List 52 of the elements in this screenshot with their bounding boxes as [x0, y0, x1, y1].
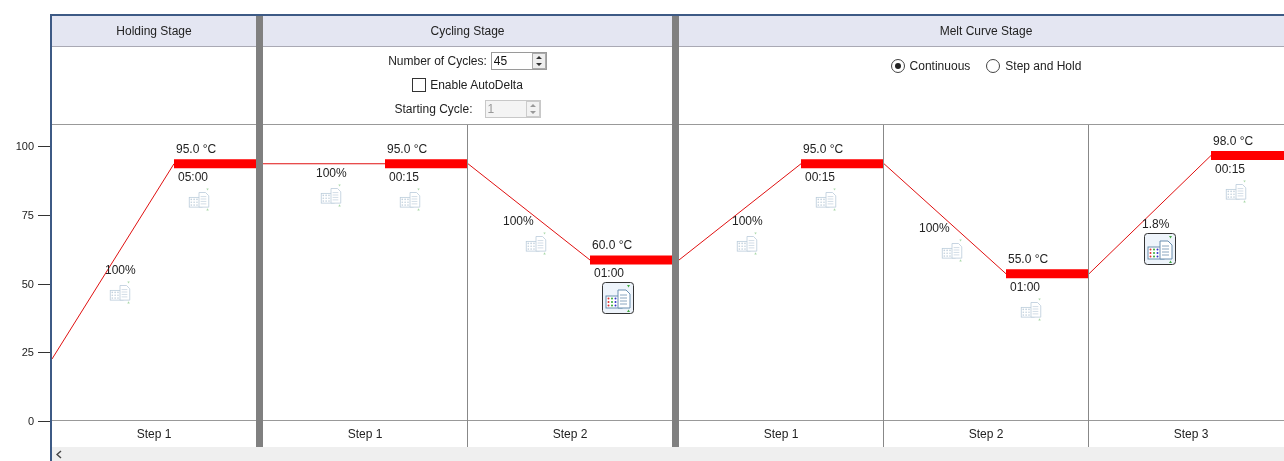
hold-bar[interactable] [801, 159, 883, 169]
step-label: Step 2 [552, 427, 588, 441]
hold-bar[interactable] [385, 159, 467, 169]
axis-tick-label: 50 [21, 277, 34, 290]
ramp-line[interactable] [262, 163, 386, 165]
ramp-rate: 100% [105, 263, 136, 278]
ramp-rate: 1.8% [1142, 216, 1170, 231]
step-label: Step 1 [136, 427, 172, 441]
plate-document-icon[interactable] [602, 282, 634, 314]
hold-bar[interactable] [1006, 269, 1088, 279]
horizontal-scrollbar[interactable] [52, 447, 1284, 461]
stage-header: Holding Stage [52, 16, 256, 47]
hold-time: 00:15 [1215, 161, 1246, 176]
mode-radio[interactable]: Continuous [890, 59, 971, 73]
hold-temperature: 60.0 °C [592, 238, 633, 252]
ramp-rate: 100% [732, 213, 763, 228]
cycles-spinner[interactable]: 45 [490, 52, 547, 70]
ramp-rate: 100% [919, 220, 950, 235]
axis-tick-label: 25 [21, 346, 34, 359]
hold-temperature: 95.0 °C [387, 141, 428, 156]
step-label: Step 1 [347, 427, 383, 441]
hold-time: 01:00 [594, 266, 625, 280]
step-label: Step 2 [968, 427, 1004, 441]
cycles-label: Number of Cycles: [388, 54, 487, 68]
ramp-rate: 100% [316, 165, 347, 180]
hold-bar[interactable] [590, 255, 672, 265]
hold-time: 00:15 [389, 169, 420, 184]
stage-header: Melt Curve Stage [679, 16, 1284, 47]
axis-tick-label: 75 [21, 208, 34, 221]
hold-temperature: 55.0 °C [1008, 251, 1049, 266]
hold-temperature: 95.0 °C [176, 141, 217, 156]
step-label: Step 3 [1173, 427, 1209, 441]
autodelta-label: Enable AutoDelta [430, 78, 523, 92]
autodelta-checkbox[interactable] [412, 78, 427, 92]
ramp-line[interactable] [883, 163, 1007, 275]
hold-temperature: 95.0 °C [803, 141, 844, 156]
axis-tick-label: 0 [27, 415, 34, 427]
starting-cycle-label: Starting Cycle: [394, 102, 473, 116]
ramp-rate: 100% [503, 213, 534, 228]
ramp-line[interactable] [467, 163, 591, 261]
chevron-left-icon[interactable] [56, 449, 62, 459]
hold-bar[interactable] [174, 159, 256, 169]
hold-time: 00:15 [805, 169, 836, 184]
step-label: Step 1 [763, 427, 799, 441]
hold-time: 05:00 [178, 169, 209, 184]
stage-header: Cycling Stage [263, 16, 672, 47]
axis-tick-label: 100 [15, 140, 34, 152]
plate-document-icon[interactable] [1144, 232, 1176, 265]
mode-radio[interactable]: Step and Hold [986, 59, 1082, 73]
ramp-line[interactable] [678, 163, 802, 261]
hold-time: 01:00 [1010, 279, 1041, 294]
hold-temperature: 98.0 °C [1213, 133, 1254, 148]
